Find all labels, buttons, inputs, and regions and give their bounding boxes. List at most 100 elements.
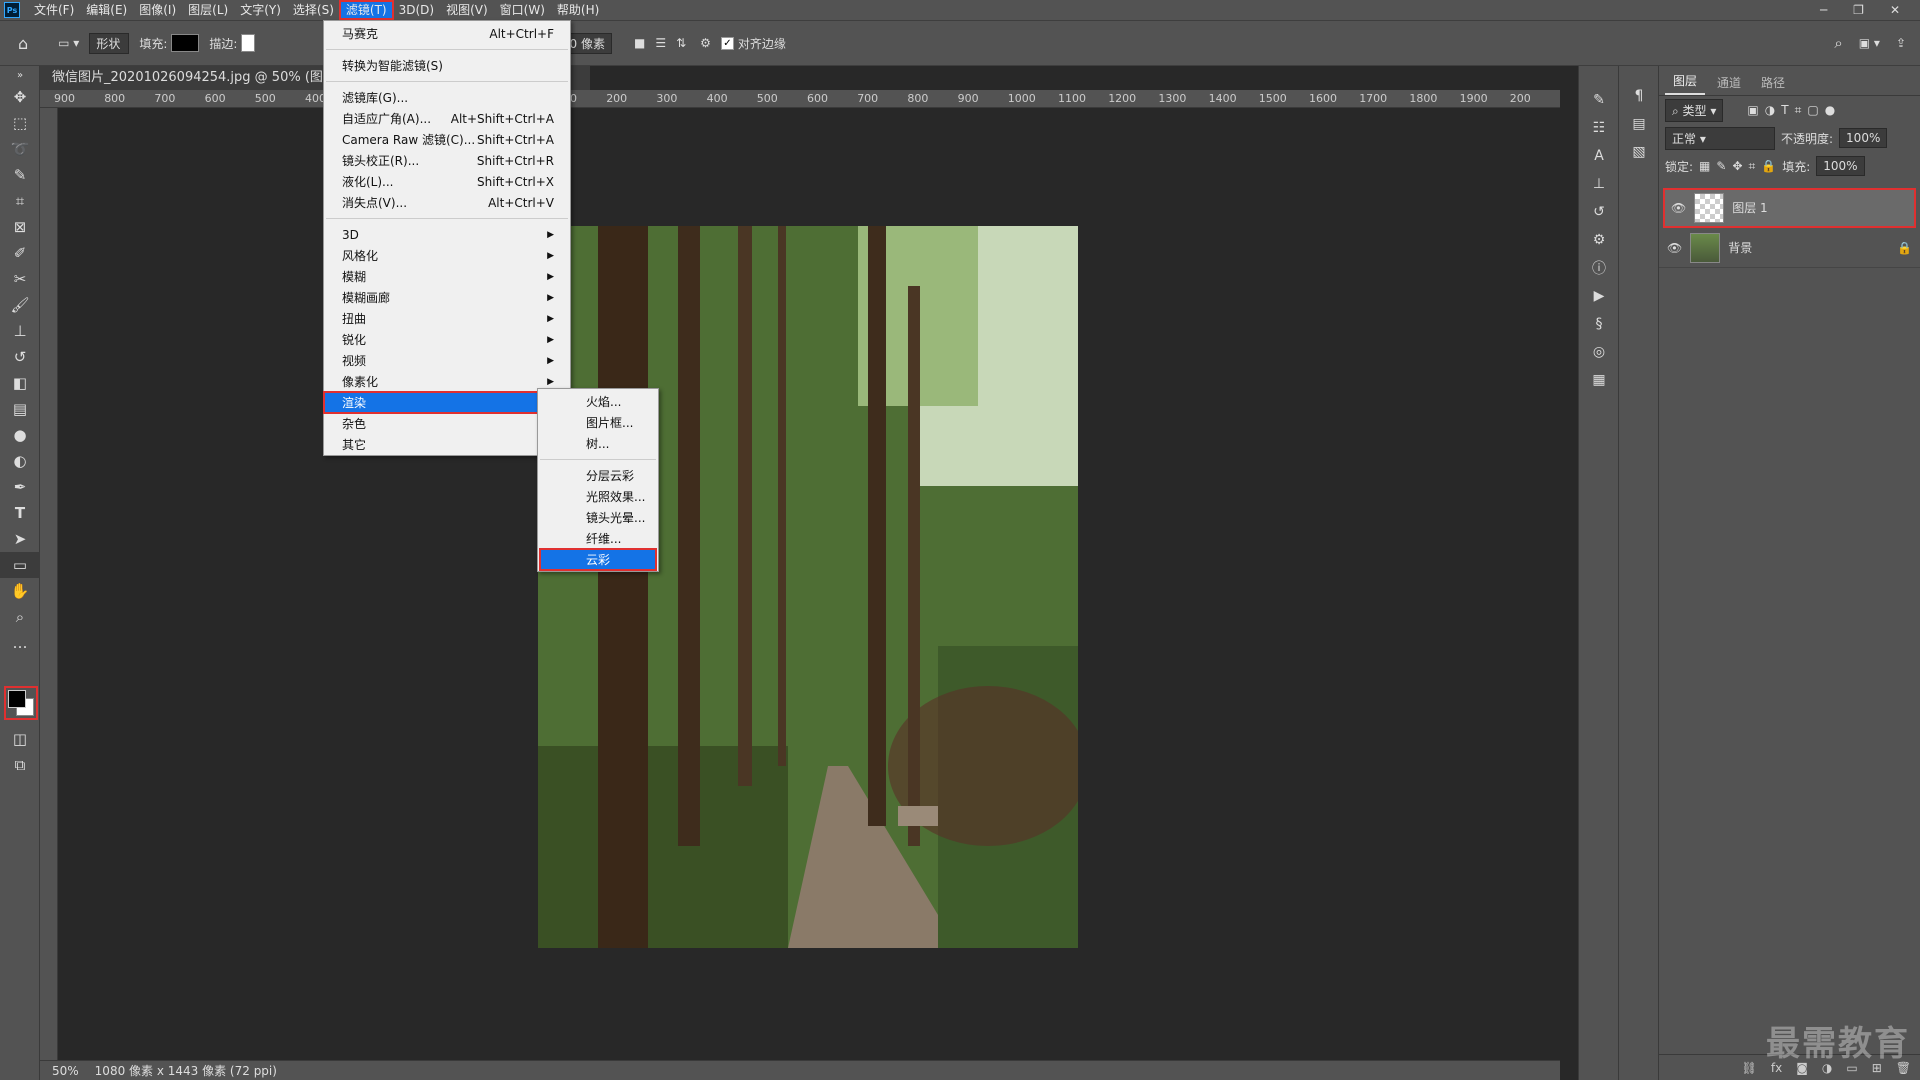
menu-7[interactable]: 3D(D) — [393, 1, 440, 19]
eyedropper-tool-icon[interactable]: ✐ — [0, 240, 40, 266]
home-icon[interactable]: ⌂ — [18, 34, 28, 53]
menu-5[interactable]: 选择(S) — [287, 1, 340, 19]
render-submenu-item[interactable]: 云彩 — [539, 548, 657, 571]
menu-2[interactable]: 图像(I) — [133, 1, 182, 19]
close-icon[interactable]: ✕ — [1890, 3, 1900, 17]
hand-tool-icon[interactable]: ✋ — [0, 578, 40, 604]
lock-position-icon[interactable]: ✥ — [1732, 159, 1742, 173]
render-submenu-item[interactable]: 镜头光晕... — [538, 507, 658, 528]
notes-icon[interactable]: ▧ — [1619, 138, 1659, 166]
blur-tool-icon[interactable]: ● — [0, 422, 40, 448]
lock-artboard-icon[interactable]: ⌗ — [1749, 159, 1756, 174]
zoom-level[interactable]: 50% — [52, 1064, 79, 1078]
character-icon[interactable]: A — [1579, 142, 1619, 170]
filter-menu-item[interactable]: Camera Raw 滤镜(C)... Shift+Ctrl+A — [324, 129, 570, 150]
fill-field[interactable]: 100% — [1816, 156, 1865, 176]
layer-row[interactable]: 👁 图层 1 — [1663, 188, 1916, 228]
render-submenu-item[interactable]: 图片框... — [538, 412, 658, 433]
filter-menu-item[interactable]: 像素化 ▶ — [324, 371, 570, 392]
filter-menu-item[interactable]: 转换为智能滤镜(S) — [324, 55, 570, 76]
restore-icon[interactable]: ❐ — [1853, 3, 1864, 17]
3d-icon[interactable]: ◎ — [1579, 338, 1619, 366]
minimize-icon[interactable]: ─ — [1820, 3, 1827, 17]
gear-icon[interactable]: ⚙ — [700, 36, 711, 50]
eraser-tool-icon[interactable]: ◧ — [0, 370, 40, 396]
fg-bg-color-swatch[interactable] — [4, 686, 38, 720]
menu-10[interactable]: 帮助(H) — [551, 1, 605, 19]
quick-mask-icon[interactable]: ◫ — [0, 726, 40, 752]
align-edges-checkbox[interactable]: ✓ 对齐边缘 — [720, 35, 786, 52]
screen-mode-icon[interactable]: ⧉ — [0, 752, 40, 778]
fill-control[interactable]: 填充: — [139, 34, 200, 52]
adjustments-icon[interactable]: ☷ — [1579, 114, 1619, 142]
more-tools-icon[interactable]: … — [0, 630, 40, 656]
filter-toggle-icon[interactable]: ● — [1825, 103, 1835, 117]
dodge-tool-icon[interactable]: ◐ — [0, 448, 40, 474]
render-submenu-item[interactable]: 光照效果... — [538, 486, 658, 507]
filter-menu-item[interactable]: 镜头校正(R)... Shift+Ctrl+R — [324, 150, 570, 171]
render-submenu-item[interactable]: 树... — [538, 433, 658, 454]
path-arrange-icon[interactable]: ⇅ — [676, 36, 686, 50]
layer-name[interactable]: 图层 1 — [1732, 199, 1767, 216]
filter-menu-item[interactable]: 扭曲 ▶ — [324, 308, 570, 329]
path-align-icon[interactable]: ☰ — [655, 36, 666, 50]
collapse-icon[interactable]: » — [0, 66, 40, 84]
panel-tab[interactable]: 图层 — [1665, 68, 1706, 95]
swatches-icon[interactable]: ▦ — [1579, 366, 1619, 394]
blend-mode-dropdown[interactable]: 正常 ▾ — [1665, 126, 1775, 150]
filter-menu-item[interactable]: 液化(L)... Shift+Ctrl+X — [324, 171, 570, 192]
filter-adjustment-icon[interactable]: ◑ — [1765, 103, 1775, 117]
workspace-icon[interactable]: ▣ ▾ — [1859, 36, 1880, 50]
kind-filter-dropdown[interactable]: ⌕ 类型 ▾ — [1665, 98, 1724, 122]
rectangle-tool-icon[interactable]: ▭ — [0, 552, 40, 578]
lasso-tool-icon[interactable]: ➰ — [0, 136, 40, 162]
paragraph-icon[interactable]: ¶ — [1619, 82, 1659, 110]
pen-tool-icon[interactable]: ✒ — [0, 474, 40, 500]
filter-menu-item[interactable]: 滤镜库(G)... — [324, 87, 570, 108]
crop-tool-icon[interactable]: ⌗ — [0, 188, 40, 214]
history-icon[interactable]: ↺ — [1579, 198, 1619, 226]
link-icon[interactable]: ⛓ — [1742, 1061, 1757, 1075]
filter-shape-icon[interactable]: ⌗ — [1795, 103, 1802, 118]
quick-select-tool-icon[interactable]: ✎ — [0, 162, 40, 188]
lock-all-icon[interactable]: 🔒 — [1761, 159, 1776, 173]
opacity-field[interactable]: 100% — [1839, 128, 1888, 148]
filter-pixel-icon[interactable]: ▣ — [1747, 103, 1758, 117]
marquee-tool-icon[interactable]: ⬚ — [0, 110, 40, 136]
filter-menu-item[interactable]: 马赛克 Alt+Ctrl+F — [324, 23, 570, 44]
lock-transparent-icon[interactable]: ▦ — [1699, 159, 1710, 173]
lock-pixels-icon[interactable]: ✎ — [1716, 159, 1726, 173]
shape-tool-preset[interactable]: ▭ ▾ — [58, 36, 79, 50]
brush-tool-icon[interactable]: 🖌 — [0, 292, 40, 318]
menu-3[interactable]: 图层(L) — [182, 1, 234, 19]
menu-9[interactable]: 窗口(W) — [494, 1, 551, 19]
zoom-tool-icon[interactable]: ⌕ — [0, 604, 40, 630]
panel-tab[interactable]: 通道 — [1709, 70, 1749, 95]
render-submenu-item[interactable]: 纤维... — [538, 528, 658, 549]
info-icon[interactable]: ⓘ — [1579, 254, 1619, 282]
foreground-color[interactable] — [8, 690, 26, 708]
eye-icon[interactable]: 👁 — [1671, 201, 1686, 215]
gradient-tool-icon[interactable]: ▤ — [0, 396, 40, 422]
filter-menu-item[interactable]: 其它▶ — [324, 434, 570, 455]
filter-menu-item[interactable]: 渲染▶ — [323, 391, 571, 414]
filter-menu-item[interactable]: 消失点(V)... Alt+Ctrl+V — [324, 192, 570, 213]
actions-icon[interactable]: ▶ — [1579, 282, 1619, 310]
menu-6[interactable]: 滤镜(T) — [338, 0, 394, 20]
glyphs-icon[interactable]: § — [1579, 310, 1619, 338]
canvas-image[interactable] — [538, 226, 1078, 948]
frame-tool-icon[interactable]: ⊠ — [0, 214, 40, 240]
filter-menu-item[interactable]: 视频 ▶ — [324, 350, 570, 371]
path-select-icon[interactable]: ➤ — [0, 526, 40, 552]
history-brush-icon[interactable]: ↺ — [0, 344, 40, 370]
stroke-control[interactable]: 描边: — [209, 34, 256, 52]
path-ops-icon[interactable]: ■ — [634, 36, 645, 50]
layer-row[interactable]: 👁 背景 🔒 — [1659, 228, 1920, 268]
type-tool-icon[interactable]: T — [0, 500, 40, 526]
menu-1[interactable]: 编辑(E) — [80, 1, 133, 19]
filter-menu-item[interactable]: 模糊画廊 ▶ — [324, 287, 570, 308]
filter-menu-item[interactable]: 风格化 ▶ — [324, 245, 570, 266]
search-icon[interactable]: ⌕ — [1834, 34, 1842, 52]
menu-4[interactable]: 文字(Y) — [234, 1, 287, 19]
filter-menu-item[interactable]: 3D ▶ — [324, 224, 570, 245]
